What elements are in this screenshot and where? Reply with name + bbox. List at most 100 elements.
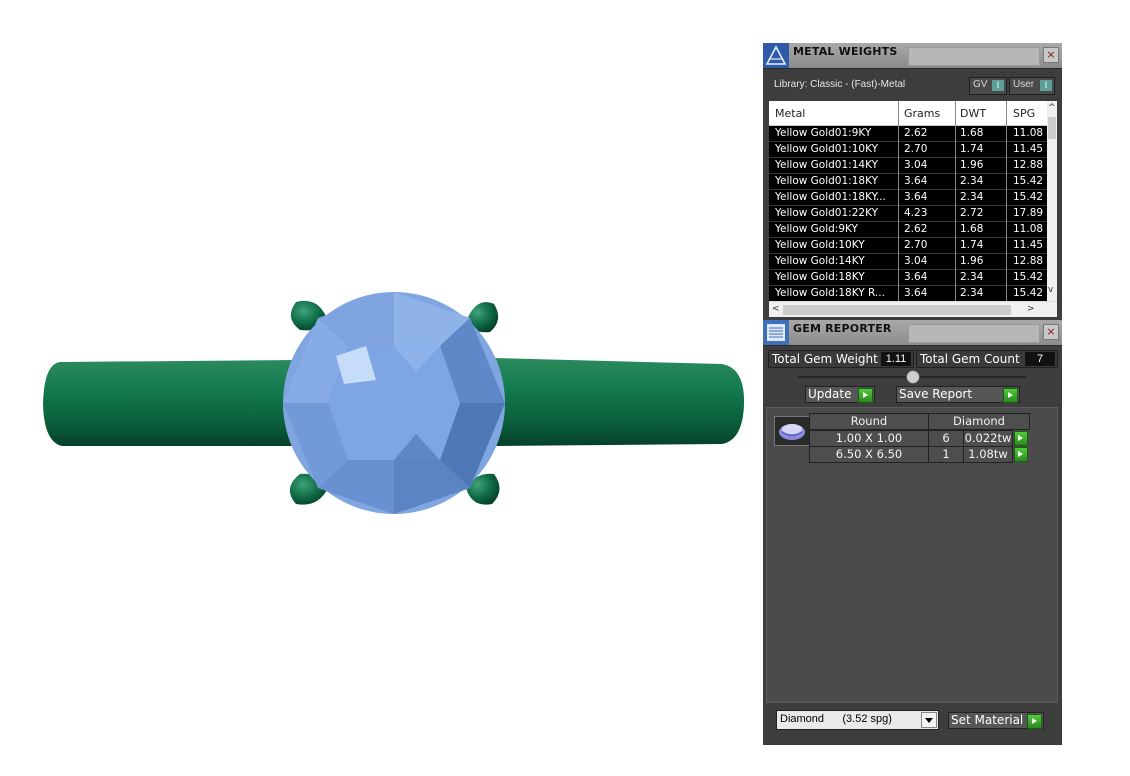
gem-list: Round Diamond 1.00 X 1.00 6 0.022tw 6.50… (766, 407, 1058, 703)
metal-name: Yellow Gold01:10KY (775, 143, 878, 155)
metal-weights-title: METAL WEIGHTS (793, 45, 898, 58)
spg-value: 11.08 (1013, 127, 1044, 139)
grams-value: 3.04 (904, 159, 928, 171)
gem-select-button[interactable] (1014, 431, 1028, 446)
column-header-dwt[interactable]: DWT (960, 107, 1004, 120)
dwt-value: 2.34 (960, 287, 984, 299)
update-button[interactable]: Update (805, 386, 875, 403)
titlebar-grip[interactable] (908, 47, 1040, 66)
metal-weights-titlebar[interactable]: METAL WEIGHTS × (763, 43, 1062, 69)
grams-value: 2.62 (904, 127, 928, 139)
ring-band (43, 360, 300, 446)
metal-name: Yellow Gold:9KY (775, 223, 858, 235)
horizontal-scrollbar[interactable]: < > (769, 301, 1057, 317)
user-toggle[interactable]: User I (1009, 77, 1055, 95)
dwt-value: 1.68 (960, 127, 984, 139)
dwt-value: 1.68 (960, 223, 984, 235)
scroll-down-icon[interactable]: v (1048, 285, 1053, 295)
spg-value: 17.89 (1013, 207, 1044, 219)
scroll-left-icon[interactable]: < (772, 304, 780, 314)
set-material-button-label: Set Material (951, 713, 1024, 727)
metal-weights-panel: METAL WEIGHTS × Library: Classic - (Fast… (763, 43, 1062, 320)
gv-toggle-indicator: I (992, 80, 1004, 91)
gem-size: 1.00 X 1.00 (809, 430, 929, 447)
close-icon[interactable]: × (1043, 47, 1059, 63)
total-gem-weight-value: 1.11 (881, 352, 911, 366)
gem-count: 6 (928, 430, 964, 447)
column-header-spg[interactable]: SPG (1013, 107, 1047, 120)
spg-value: 11.45 (1013, 143, 1044, 155)
titlebar-grip[interactable] (908, 324, 1040, 343)
total-gem-weight-label: Total Gem Weight (772, 352, 878, 366)
gem-select-button[interactable] (1014, 447, 1028, 462)
grams-value: 3.64 (904, 175, 928, 187)
material-dropdown-value: Diamond (3.52 spg) (780, 713, 892, 725)
spg-value: 12.88 (1013, 255, 1044, 267)
column-header-grams[interactable]: Grams (904, 107, 956, 120)
dwt-value: 2.34 (960, 271, 984, 283)
gem-count: 1 (928, 446, 964, 463)
spg-value: 15.42 (1013, 271, 1044, 283)
gem-weight: 1.08tw (963, 446, 1013, 463)
vertical-scrollbar[interactable]: ^ v (1047, 101, 1057, 301)
spg-value: 11.08 (1013, 223, 1044, 235)
gem-reporter-title: GEM REPORTER (793, 322, 892, 335)
ring-band-right (495, 358, 745, 446)
grams-value: 3.04 (904, 255, 928, 267)
dwt-value: 1.74 (960, 143, 984, 155)
round-gem-icon[interactable] (774, 416, 810, 446)
grams-value: 3.64 (904, 271, 928, 283)
scroll-thumb[interactable] (783, 305, 1011, 315)
dwt-value: 1.96 (960, 159, 984, 171)
spg-value: 12.88 (1013, 159, 1044, 171)
close-icon[interactable]: × (1043, 324, 1059, 340)
column-divider (898, 101, 899, 301)
splitter-handle-icon[interactable] (906, 370, 920, 384)
grams-value: 2.70 (904, 239, 928, 251)
play-icon (858, 388, 873, 403)
dwt-value: 2.34 (960, 175, 984, 187)
gv-toggle-label: GV (973, 79, 988, 90)
update-button-label: Update (808, 387, 852, 401)
play-icon (1027, 714, 1042, 729)
gem-material-header: Diamond (928, 413, 1030, 430)
column-divider (1006, 101, 1007, 301)
spg-value: 15.42 (1013, 175, 1044, 187)
grams-value: 2.62 (904, 223, 928, 235)
play-icon (1003, 388, 1018, 403)
gem-shape-header: Round (809, 413, 929, 430)
library-label: Library: Classic - (Fast)-Metal (774, 79, 906, 90)
set-material-button[interactable]: Set Material (948, 712, 1044, 729)
total-gem-weight-field: Total Gem Weight 1.11 (768, 350, 914, 368)
grams-value: 3.64 (904, 191, 928, 203)
chevron-down-icon[interactable] (921, 712, 937, 728)
spg-value: 15.42 (1013, 191, 1044, 203)
ring-render (43, 292, 745, 514)
total-gem-count-label: Total Gem Count (920, 352, 1020, 366)
user-toggle-label: User (1013, 79, 1035, 90)
metal-name: Yellow Gold01:18KY (775, 175, 878, 187)
metal-name: Yellow Gold01:9KY (775, 127, 872, 139)
column-divider (955, 101, 956, 301)
gem-size: 6.50 X 6.50 (809, 446, 929, 463)
dwt-value: 1.96 (960, 255, 984, 267)
metal-name: Yellow Gold:18KY R... (775, 287, 885, 299)
metal-weights-table: Metal Grams DWT SPG Yellow Gold01:9KY 2.6… (769, 101, 1057, 317)
scroll-up-icon[interactable]: ^ (1048, 103, 1056, 113)
scroll-right-icon[interactable]: > (1027, 304, 1035, 314)
metal-weights-icon (763, 43, 789, 68)
save-report-button[interactable]: Save Report (896, 386, 1020, 403)
scroll-thumb[interactable] (1048, 117, 1056, 139)
user-toggle-indicator: I (1040, 80, 1052, 91)
grams-value: 3.64 (904, 287, 928, 299)
gem-reporter-icon (763, 320, 789, 345)
metal-name: Yellow Gold01:18KY... (775, 191, 886, 203)
column-header-metal[interactable]: Metal (775, 107, 897, 120)
gv-toggle[interactable]: GV I (969, 77, 1007, 95)
3d-viewport[interactable] (0, 0, 760, 772)
metal-name: Yellow Gold:10KY (775, 239, 865, 251)
metal-name: Yellow Gold:14KY (775, 255, 865, 267)
dwt-value: 2.72 (960, 207, 984, 219)
gem-reporter-titlebar[interactable]: GEM REPORTER × (763, 320, 1062, 346)
material-dropdown[interactable]: Diamond (3.52 spg) (776, 710, 939, 730)
